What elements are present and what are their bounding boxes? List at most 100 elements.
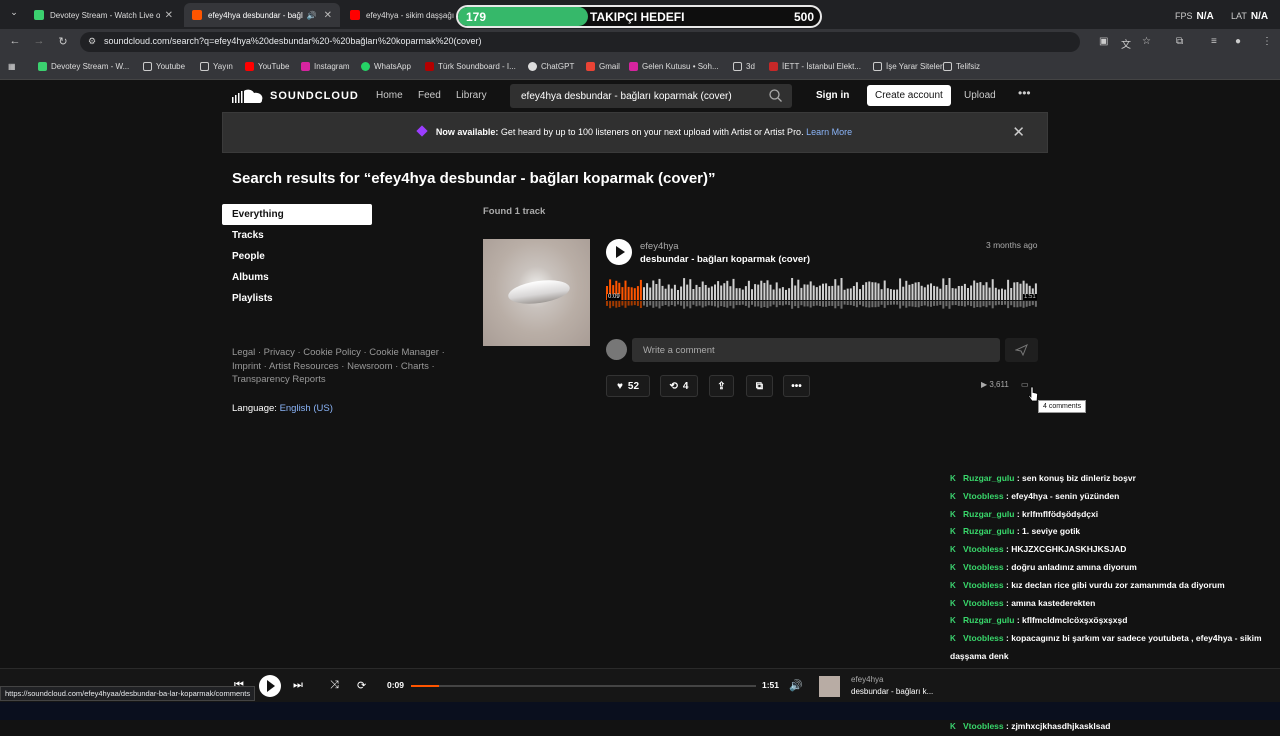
filter-everything[interactable]: Everything xyxy=(222,204,372,225)
extensions-icon[interactable]: ⧉ xyxy=(1176,36,1183,47)
player-play-button[interactable] xyxy=(259,675,281,697)
address-toolbar: ← → ↻ ⚙ soundcloud.com/search?q=efey4hya… xyxy=(0,29,1280,55)
upload-link[interactable]: Upload xyxy=(964,90,996,101)
close-icon[interactable]: ✕ xyxy=(1012,123,1025,141)
track-title[interactable]: desbundar - bağları koparmak (cover) xyxy=(640,254,810,265)
waveform-reflection-bar xyxy=(726,301,729,308)
soundcloud-logo[interactable]: SOUNDCLOUD xyxy=(232,89,359,103)
volume-icon[interactable]: 🔊 xyxy=(789,679,803,692)
back-icon[interactable]: ← xyxy=(8,35,22,47)
search-icon[interactable] xyxy=(769,89,782,102)
waveform-reflection-bar xyxy=(707,301,710,306)
language-selector: Language: English (US) xyxy=(232,403,333,414)
like-button[interactable]: ♥ 52 xyxy=(606,375,650,397)
waveform-reflection-bar xyxy=(621,301,624,306)
filter-albums[interactable]: Albums xyxy=(222,267,372,288)
tab-soundcloud[interactable]: efey4hya desbundar - bağl 🔊 ✕ xyxy=(184,3,340,27)
waveform-reflection-bar xyxy=(646,301,649,307)
bookmark-yayin[interactable]: Yayın xyxy=(200,62,233,71)
close-tab-icon[interactable]: ✕ xyxy=(165,10,173,21)
profile-icon[interactable]: ● xyxy=(1235,36,1241,47)
reload-icon[interactable]: ↻ xyxy=(56,35,70,48)
player-title[interactable]: desbundar - bağları k... xyxy=(851,687,933,696)
translate-icon[interactable]: 文 xyxy=(1121,36,1131,51)
waveform-bar xyxy=(775,282,778,300)
tab-devotey[interactable]: Devotey Stream - Watch Live o ✕ xyxy=(26,3,181,27)
track-play-button[interactable] xyxy=(606,239,632,265)
create-account-button[interactable]: Create account xyxy=(867,85,951,106)
language-link[interactable]: English (US) xyxy=(280,403,333,414)
nav-home[interactable]: Home xyxy=(376,90,403,101)
tab-search-icon[interactable]: ⌄ xyxy=(6,7,22,21)
comment-input[interactable]: Write a comment xyxy=(632,338,1000,362)
search-input[interactable]: efey4hya desbundar - bağları koparmak (c… xyxy=(510,84,792,108)
waveform-bar xyxy=(652,280,655,300)
waveform-bar xyxy=(701,281,704,300)
waveform-bar xyxy=(911,283,914,300)
learn-more-link[interactable]: Learn More xyxy=(806,127,852,137)
filter-people[interactable]: People xyxy=(222,246,372,267)
bookmark-instagram[interactable]: Instagram xyxy=(301,62,350,71)
track-waveform[interactable] xyxy=(606,278,1038,314)
bookmark-chatgpt[interactable]: ChatGPT xyxy=(528,62,574,71)
share-button[interactable]: ⇪ xyxy=(709,375,734,397)
waveform-duration: 1:51 xyxy=(1023,294,1037,300)
screen-cast-icon[interactable]: ▣ xyxy=(1099,36,1108,47)
shuffle-icon[interactable]: ⤨ xyxy=(330,679,339,692)
close-tab-icon[interactable]: ✕ xyxy=(324,10,332,21)
track-artwork[interactable] xyxy=(483,239,590,346)
waveform-reflection-bar xyxy=(837,301,840,307)
more-menu-icon[interactable]: ••• xyxy=(1018,86,1031,100)
waveform-reflection-bar xyxy=(714,301,716,307)
waveform-reflection-bar xyxy=(775,301,778,308)
waveform-reflection-bar xyxy=(917,301,920,308)
copy-link-button[interactable]: ⧉ xyxy=(746,375,773,397)
tab-youtube[interactable]: efey4hya - sikim daşşağım xyxy=(342,3,462,27)
bookmark-gelen-kutusu[interactable]: Gelen Kutusu • Soh... xyxy=(629,62,719,71)
nav-library[interactable]: Library xyxy=(456,90,487,101)
player-artist[interactable]: efey4hya xyxy=(851,675,883,684)
url-bar[interactable]: ⚙ soundcloud.com/search?q=efey4hya%20des… xyxy=(80,32,1080,52)
bookmark-iett[interactable]: İETT - İstanbul Elekt... xyxy=(769,62,861,71)
waveform-reflection-bar xyxy=(797,301,800,309)
waveform-bar xyxy=(714,284,716,300)
more-button[interactable]: ••• xyxy=(783,375,810,397)
filter-playlists[interactable]: Playlists xyxy=(222,288,372,309)
bookmark-ise-yarar[interactable]: İşe Yarar Siteler xyxy=(873,62,943,71)
sign-in-button[interactable]: Sign in xyxy=(816,90,849,101)
chat-message: K Ruzgar_gulu : 1. seviye gotik xyxy=(950,523,1275,541)
send-comment-button[interactable] xyxy=(1005,338,1038,362)
repeat-icon[interactable]: ⟳ xyxy=(357,679,366,692)
waveform-bar xyxy=(766,280,769,300)
waveform-reflection-bar xyxy=(976,301,979,307)
bookmark-3d[interactable]: 3d xyxy=(733,62,755,71)
forward-icon[interactable]: → xyxy=(32,35,46,47)
player-progress-bar[interactable] xyxy=(411,685,756,687)
track-artist[interactable]: efey4hya xyxy=(640,241,679,252)
speaker-icon[interactable]: 🔊 xyxy=(307,11,317,20)
bookmark-star-icon[interactable]: ☆ xyxy=(1142,36,1151,47)
bookmark-telifsiz[interactable]: Telifsiz xyxy=(943,62,980,71)
footer-links[interactable]: Legal · Privacy · Cookie Policy · Cookie… xyxy=(232,346,457,387)
player-artwork[interactable] xyxy=(819,676,840,697)
next-track-icon[interactable]: ⏭ xyxy=(293,679,303,692)
bookmark-whatsapp[interactable]: WhatsApp xyxy=(361,62,411,71)
chat-badge-icon: K xyxy=(950,562,956,572)
waveform-bar xyxy=(954,288,957,300)
waveform-reflection-bar xyxy=(818,301,821,306)
menu-dots-icon[interactable]: ⋮ xyxy=(1262,36,1272,47)
reading-list-icon[interactable]: ≡ xyxy=(1211,36,1217,47)
filter-tracks[interactable]: Tracks xyxy=(222,225,372,246)
bookmark-devotey[interactable]: Devotey Stream - W... xyxy=(38,62,129,71)
nav-feed[interactable]: Feed xyxy=(418,90,441,101)
apps-grid-icon[interactable]: ▦ xyxy=(8,62,16,71)
bookmark-soundboard[interactable]: Türk Soundboard - I... xyxy=(425,62,516,71)
bookmark-youtube-folder[interactable]: Youtube xyxy=(143,62,185,71)
bookmark-youtube[interactable]: YouTube xyxy=(245,62,289,71)
waveform-reflection-bar xyxy=(865,301,868,308)
site-info-icon[interactable]: ⚙ xyxy=(88,36,96,47)
waveform-reflection-bar xyxy=(997,301,1000,305)
repost-button[interactable]: ⟲ 4 xyxy=(660,375,698,397)
waveform-bar xyxy=(803,284,806,300)
bookmark-gmail[interactable]: Gmail xyxy=(586,62,620,71)
